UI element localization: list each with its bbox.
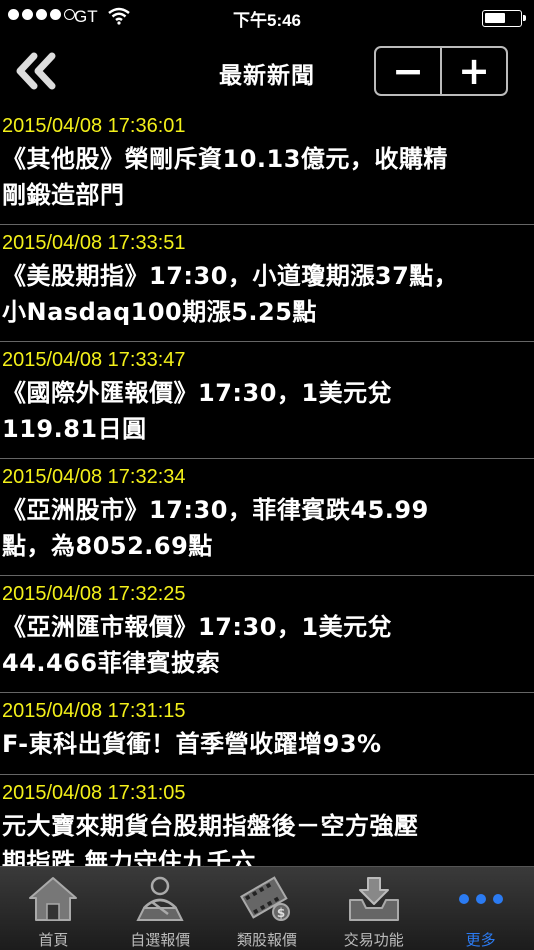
news-timestamp: 2015/04/08 17:33:51 — [2, 232, 186, 254]
svg-text:$: $ — [277, 906, 285, 920]
news-timestamp: 2015/04/08 17:31:15 — [2, 700, 186, 722]
news-item[interactable]: 2015/04/08 17:33:47 《國際外匯報價》17:30，1美元兌 1… — [0, 342, 534, 459]
news-headline: 《其他股》榮剛斥資10.13億元，收購精 剛鍛造部門 — [2, 145, 448, 209]
news-item[interactable]: 2015/04/08 17:31:15 F-東科出貨衝！首季營收躍增93% — [0, 693, 534, 775]
news-timestamp: 2015/04/08 17:32:25 — [2, 583, 186, 605]
news-item[interactable]: 2015/04/08 17:32:34 《亞洲股市》17:30，菲律賓跌45.9… — [0, 459, 534, 576]
news-list[interactable]: 2015/04/08 17:36:01 《其他股》榮剛斥資10.13億元，收購精… — [0, 108, 534, 866]
news-headline: 《國際外匯報價》17:30，1美元兌 119.81日圓 — [2, 379, 393, 443]
tab-label: 交易功能 — [343, 931, 404, 949]
tab-label: 更多 — [465, 931, 496, 949]
tab-more[interactable]: 更多 — [427, 867, 534, 950]
news-timestamp: 2015/04/08 17:32:34 — [2, 466, 186, 488]
news-item[interactable]: 2015/04/08 17:33:51 《美股期指》17:30，小道瓊期漲37點… — [0, 225, 534, 342]
more-dots-icon — [458, 894, 503, 904]
news-headline: 《亞洲股市》17:30，菲律賓跌45.99 點，為8052.69點 — [2, 496, 429, 560]
tab-trading[interactable]: 交易功能 — [320, 867, 427, 950]
news-headline: 《亞洲匯市報價》17:30，1美元兌 44.466菲律賓披索 — [2, 613, 393, 677]
news-headline: F-東科出貨衝！首季營收躍增93% — [2, 730, 382, 758]
tab-label: 類股報價 — [236, 931, 297, 949]
zoom-out-button[interactable]: − — [376, 48, 440, 94]
tab-bar: 首頁 自選報價 $ 類股報價 交易功能 更多 — [0, 866, 534, 950]
tab-label: 首頁 — [38, 931, 69, 949]
news-timestamp: 2015/04/08 17:36:01 — [2, 115, 186, 137]
news-item[interactable]: 2015/04/08 17:36:01 《其他股》榮剛斥資10.13億元，收購精… — [0, 108, 534, 225]
tab-watchlist[interactable]: 自選報價 — [107, 867, 214, 950]
film-quote-icon: $ — [240, 876, 290, 921]
news-item[interactable]: 2015/04/08 17:31:05 元大寶來期貨台股期指盤後－空方強壓 期指… — [0, 775, 534, 866]
tab-label: 自選報價 — [130, 931, 191, 949]
person-quote-icon — [136, 876, 184, 921]
status-bar: GT 下午5:46 — [0, 0, 534, 36]
download-tray-icon — [348, 877, 399, 921]
battery-icon — [482, 10, 526, 27]
tab-sector-quotes[interactable]: $ 類股報價 — [214, 867, 321, 950]
home-icon — [29, 877, 78, 921]
news-item[interactable]: 2015/04/08 17:32:25 《亞洲匯市報價》17:30，1美元兌 4… — [0, 576, 534, 693]
font-size-control: − + — [374, 46, 508, 96]
news-timestamp: 2015/04/08 17:31:05 — [2, 782, 186, 804]
nav-bar: 最新新聞 − + — [0, 36, 534, 108]
news-timestamp: 2015/04/08 17:33:47 — [2, 349, 186, 371]
news-headline: 元大寶來期貨台股期指盤後－空方強壓 期指跌 無力守住九千六 — [2, 812, 419, 866]
zoom-in-button[interactable]: + — [440, 48, 506, 94]
tab-home[interactable]: 首頁 — [0, 867, 107, 950]
news-headline: 《美股期指》17:30，小道瓊期漲37點， 小Nasdaq100期漲5.25點 — [2, 262, 459, 326]
clock: 下午5:46 — [232, 11, 302, 30]
